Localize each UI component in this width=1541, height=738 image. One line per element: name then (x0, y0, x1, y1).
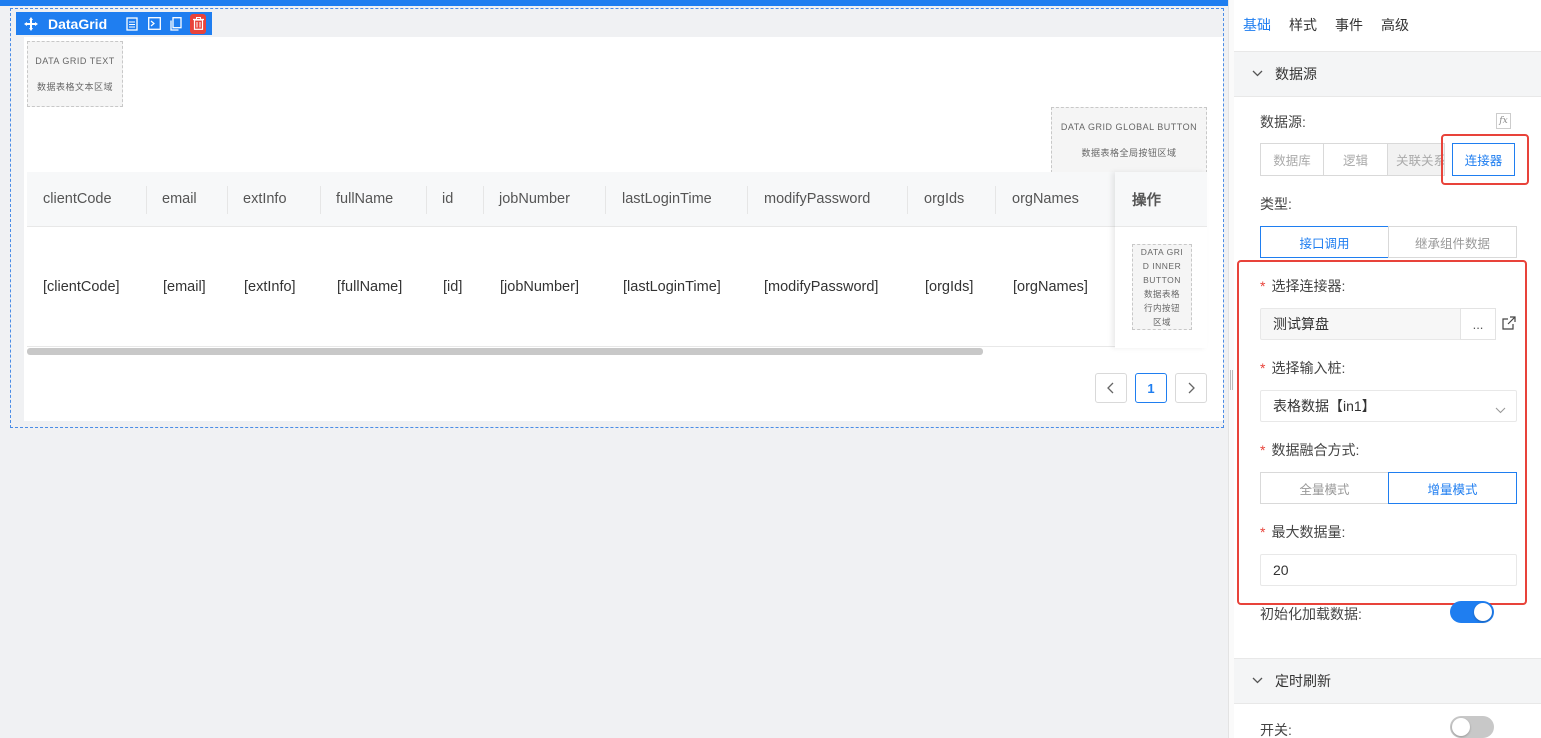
header-email[interactable]: email (162, 172, 197, 226)
header-operation: 操作 (1115, 172, 1207, 227)
inner-button-en1: DATA GRI (1140, 247, 1184, 257)
cell-id: [id] (443, 278, 463, 295)
operation-cell: DATA GRI D INNER BUTTON 数据表格 行内按钮 区域 (1115, 227, 1207, 347)
source-option-database[interactable]: 数据库 (1260, 143, 1324, 176)
inner-button-en3: BUTTON (1143, 275, 1181, 285)
prev-page-button[interactable] (1095, 373, 1127, 403)
grid-global-button-area[interactable]: DATA GRID GLOBAL BUTTON 数据表格全局按钮区域 (1051, 107, 1207, 173)
tab-advanced[interactable]: 高级 (1381, 15, 1409, 35)
type-option-inherit[interactable]: 继承组件数据 (1388, 226, 1517, 258)
fx-icon[interactable]: fx (1496, 113, 1511, 129)
header-modifypassword[interactable]: modifyPassword (764, 172, 870, 226)
section-datasource-header[interactable]: 数据源 (1234, 51, 1541, 97)
input-port-select[interactable]: 表格数据【in1】 (1260, 390, 1517, 422)
table-row[interactable]: [clientCode] [email] [extInfo] [fullName… (27, 227, 1207, 347)
type-label: 类型: (1260, 196, 1292, 212)
cell-orgids: [orgIds] (925, 278, 974, 295)
chevron-left-icon (1107, 382, 1114, 394)
data-table: clientCode email extInfo fullName id job… (27, 172, 1207, 348)
cell-email: [email] (163, 278, 206, 295)
highlight-connector-option (1441, 134, 1529, 185)
datasource-label: 数据源: (1260, 114, 1306, 130)
cell-jobnumber: [jobNumber] (500, 278, 579, 295)
input-port-value: 表格数据【in1】 (1273, 398, 1376, 414)
init-load-switch[interactable] (1450, 601, 1494, 623)
section-datasource-title: 数据源 (1275, 66, 1317, 82)
connector-more-button[interactable]: ... (1460, 308, 1496, 340)
next-page-button[interactable] (1175, 373, 1207, 403)
inner-button-zh3: 区域 (1152, 317, 1171, 327)
connector-label: * 选择连接器: (1260, 278, 1346, 294)
cell-orgnames: [orgNames] (1013, 278, 1088, 295)
connector-select[interactable]: 测试算盘 (1260, 308, 1487, 340)
terminal-icon[interactable] (143, 14, 165, 34)
merge-label: * 数据融合方式: (1260, 442, 1360, 458)
chevron-right-icon (1188, 382, 1195, 394)
type-option-api[interactable]: 接口调用 (1260, 226, 1389, 258)
cell-modifypassword: [modifyPassword] (764, 278, 879, 295)
inner-button-zh1: 数据表格 (1143, 289, 1180, 299)
tab-style[interactable]: 样式 (1289, 15, 1317, 35)
header-extinfo[interactable]: extInfo (243, 172, 287, 226)
grid-text-area-zh: 数据表格文本区域 (36, 81, 113, 92)
widget-toolbar: DataGrid (16, 12, 212, 35)
tab-basic[interactable]: 基础 (1243, 15, 1271, 35)
header-clientcode[interactable]: clientCode (43, 172, 112, 226)
section-refresh-header[interactable]: 定时刷新 (1234, 658, 1541, 704)
copy-icon[interactable] (165, 14, 187, 34)
switch-label: 开关: (1260, 722, 1292, 738)
header-jobnumber[interactable]: jobNumber (499, 172, 570, 226)
header-lastlogintime[interactable]: lastLoginTime (622, 172, 712, 226)
chevron-down-icon (1495, 401, 1506, 417)
header-orgids[interactable]: orgIds (924, 172, 964, 226)
grid-text-area-en: DATA GRID TEXT (35, 55, 115, 66)
header-id[interactable]: id (442, 172, 453, 226)
header-orgnames[interactable]: orgNames (1012, 172, 1079, 226)
section-refresh-title: 定时刷新 (1275, 673, 1331, 689)
max-count-input[interactable]: 20 (1260, 554, 1517, 586)
chevron-down-icon (1252, 68, 1263, 80)
open-external-icon[interactable] (1502, 316, 1516, 335)
merge-option-incremental[interactable]: 增量模式 (1388, 472, 1517, 504)
cell-clientcode: [clientCode] (43, 278, 120, 295)
global-button-area-en: DATA GRID GLOBAL BUTTON (1060, 121, 1198, 132)
property-panel: 基础 样式 事件 高级 数据源 数据源: fx 数据库 逻辑 关联关系 连接器 … (1234, 0, 1541, 738)
grid-inner-button-area[interactable]: DATA GRI D INNER BUTTON 数据表格 行内按钮 区域 (1132, 244, 1192, 330)
horizontal-scrollbar[interactable] (27, 348, 983, 355)
input-label: * 选择输入桩: (1260, 360, 1346, 376)
widget-title: DataGrid (48, 15, 108, 32)
inner-button-zh2: 行内按钮 (1143, 303, 1180, 313)
page-1-button[interactable]: 1 (1135, 373, 1167, 403)
header-fullname[interactable]: fullName (336, 172, 393, 226)
source-option-relation[interactable]: 关联关系 (1387, 143, 1445, 176)
max-label: * 最大数据量: (1260, 524, 1346, 540)
tab-events[interactable]: 事件 (1335, 15, 1363, 35)
cell-lastlogintime: [lastLoginTime] (623, 278, 721, 295)
trash-icon[interactable] (190, 13, 207, 34)
move-icon[interactable] (20, 14, 42, 34)
init-load-label: 初始化加载数据: (1260, 606, 1362, 622)
cell-fullname: [fullName] (337, 278, 403, 295)
cell-extinfo: [extInfo] (244, 278, 296, 295)
operation-column: 操作 DATA GRI D INNER BUTTON 数据表格 行内按钮 区域 (1115, 172, 1207, 348)
doc-icon[interactable] (121, 14, 143, 34)
global-button-area-zh: 数据表格全局按钮区域 (1081, 147, 1177, 158)
table-header: clientCode email extInfo fullName id job… (27, 172, 1207, 227)
source-option-logic[interactable]: 逻辑 (1323, 143, 1388, 176)
refresh-switch[interactable] (1450, 716, 1494, 738)
panel-tabs: 基础 样式 事件 高级 (1234, 0, 1541, 50)
chevron-down-icon (1252, 675, 1263, 687)
merge-option-full[interactable]: 全量模式 (1260, 472, 1389, 504)
inner-button-en2: D INNER (1142, 261, 1182, 271)
grid-text-area[interactable]: DATA GRID TEXT 数据表格文本区域 (27, 41, 123, 107)
